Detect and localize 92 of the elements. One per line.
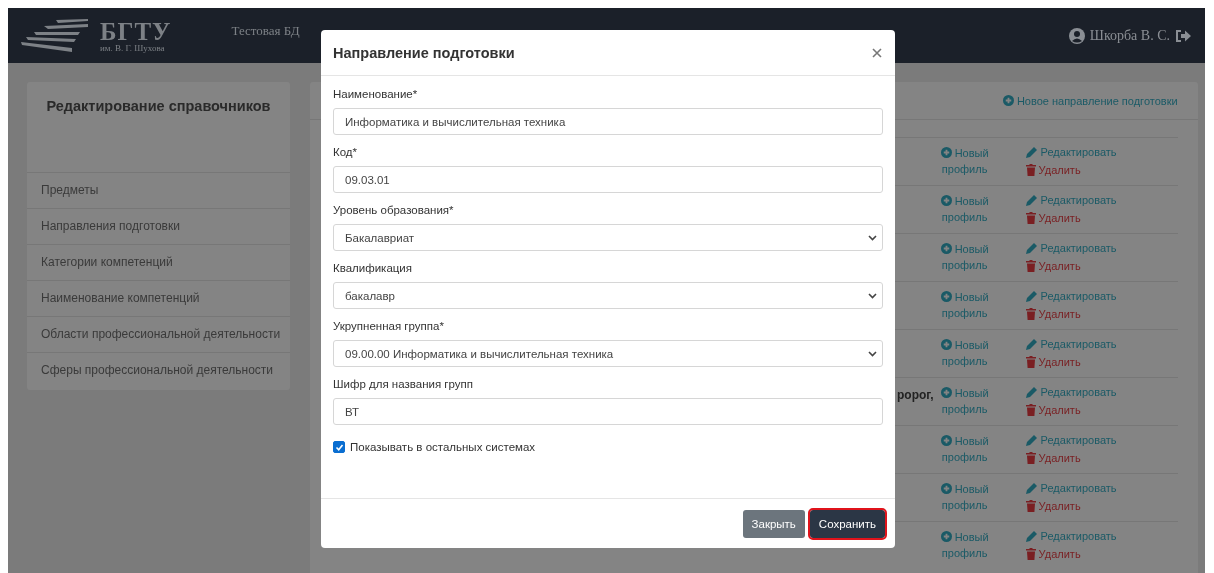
new-profile-link[interactable]: Новый профиль [933, 385, 996, 417]
trash-icon [1025, 308, 1036, 320]
delete-link[interactable]: Удалить [1025, 211, 1178, 225]
edit-link[interactable]: Редактировать [1025, 529, 1178, 543]
logo-subtitle: им. В. Г. Шухова [100, 43, 166, 53]
sidebar-item[interactable]: Области профессиональной деятельности [27, 316, 290, 352]
checkbox-label[interactable]: Показывать в остальных системах [350, 441, 536, 453]
edit-link[interactable]: Редактировать [1025, 145, 1178, 159]
plus-circle-icon [940, 195, 952, 206]
pencil-icon [1025, 146, 1038, 158]
trash-icon [1025, 356, 1036, 368]
select-field[interactable]: Бакалавриат [333, 224, 883, 251]
user-icon[interactable] [1068, 27, 1085, 44]
select-field[interactable]: 09.00.00 Информатика и вычислительная техника [333, 340, 883, 367]
new-profile-link[interactable]: Новый профиль [933, 529, 996, 561]
trash-icon [1025, 452, 1036, 464]
sidebar-item[interactable]: Сферы профессиональной деятельности [27, 352, 290, 388]
plus-circle-icon [940, 435, 952, 446]
trash-icon [1025, 260, 1036, 272]
delete-link[interactable]: Удалить [1025, 547, 1178, 561]
delete-link[interactable]: Удалить [1025, 451, 1178, 465]
new-profile-link[interactable]: Новый профиль [933, 241, 996, 273]
select-field[interactable]: бакалавр [333, 282, 883, 309]
trash-icon [1025, 164, 1036, 176]
field-label: Код* [333, 146, 359, 158]
close-button[interactable]: Закрыть [742, 509, 805, 538]
new-profile-link[interactable]: Новый профиль [933, 289, 996, 321]
logo-title: БГТУ [100, 18, 172, 44]
plus-circle-icon [940, 531, 952, 542]
edit-link[interactable]: Редактировать [1025, 289, 1178, 303]
save-button[interactable]: Сохранить [809, 509, 885, 538]
trash-icon [1025, 212, 1036, 224]
edit-link[interactable]: Редактировать [1025, 193, 1178, 207]
edit-link[interactable]: Редактировать [1025, 385, 1178, 399]
delete-link[interactable]: Удалить [1025, 259, 1178, 273]
plus-circle-icon [940, 483, 952, 494]
field-label: Квалификация [333, 262, 413, 274]
input-field[interactable]: Информатика и вычислительная техника [333, 108, 883, 135]
input-field[interactable]: ВТ [333, 398, 883, 425]
field-label: Уровень образования* [333, 204, 455, 216]
modal-title: Направление подготовки [333, 44, 515, 61]
pencil-icon [1025, 434, 1038, 446]
plus-circle-icon [940, 243, 952, 254]
logout-icon[interactable] [1175, 28, 1191, 43]
pencil-icon [1025, 338, 1038, 350]
new-profile-link[interactable]: Новый профиль [933, 145, 996, 177]
sidebar-item[interactable]: Наименование компетенций [27, 280, 290, 316]
delete-link[interactable]: Удалить [1025, 355, 1178, 369]
new-direction-link[interactable]: Новое направление подготовки [1002, 94, 1178, 107]
sidebar-item[interactable]: Направления подготовки [27, 208, 290, 244]
pencil-icon [1025, 530, 1038, 542]
pencil-icon [1025, 290, 1038, 302]
edit-link[interactable]: Редактировать [1025, 433, 1178, 447]
field-label: Шифр для названия групп [333, 378, 474, 390]
logo-stripes-icon [20, 17, 90, 54]
user-name[interactable]: Шкорба В. С. [1089, 27, 1170, 44]
plus-circle-icon [940, 387, 952, 398]
chevron-down-icon [868, 292, 877, 299]
plus-circle-icon [940, 147, 952, 158]
plus-circle-icon [940, 339, 952, 350]
close-icon[interactable] [872, 47, 882, 58]
field-label: Укрупненная группа* [333, 320, 445, 332]
trash-icon [1025, 548, 1036, 560]
edit-link[interactable]: Редактировать [1025, 481, 1178, 495]
new-profile-link[interactable]: Новый профиль [933, 337, 996, 369]
checkbox[interactable] [333, 441, 345, 453]
edit-link[interactable]: Редактировать [1025, 241, 1178, 255]
trash-icon [1025, 500, 1036, 512]
delete-link[interactable]: Удалить [1025, 307, 1178, 321]
new-profile-link[interactable]: Новый профиль [933, 481, 996, 513]
new-profile-link[interactable]: Новый профиль [933, 193, 996, 225]
chevron-down-icon [868, 350, 877, 357]
field-label: Наименование* [333, 88, 419, 100]
pencil-icon [1025, 482, 1038, 494]
database-name: Тестовая БД [231, 22, 300, 39]
pencil-icon [1025, 194, 1038, 206]
plus-circle-icon [940, 291, 952, 302]
delete-link[interactable]: Удалить [1025, 163, 1178, 177]
input-field[interactable]: 09.03.01 [333, 166, 883, 193]
sidebar-item[interactable]: Предметы [27, 172, 290, 208]
plus-circle-icon [1002, 95, 1014, 106]
chevron-down-icon [868, 234, 877, 241]
sidebar-title: Редактирование справочников [45, 97, 272, 116]
delete-link[interactable]: Удалить [1025, 403, 1178, 417]
edit-link[interactable]: Редактировать [1025, 337, 1178, 351]
direction-name: ророг, [897, 388, 934, 402]
delete-link[interactable]: Удалить [1025, 499, 1178, 513]
new-profile-link[interactable]: Новый профиль [933, 433, 996, 465]
trash-icon [1025, 404, 1036, 416]
sidebar-item[interactable]: Категории компетенций [27, 244, 290, 280]
pencil-icon [1025, 386, 1038, 398]
pencil-icon [1025, 242, 1038, 254]
